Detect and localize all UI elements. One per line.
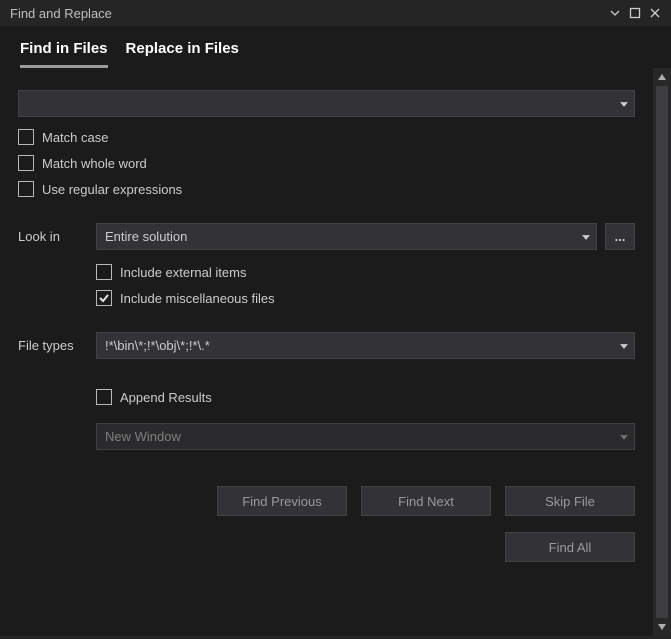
include-external-label: Include external items — [120, 265, 246, 280]
browse-button[interactable]: ... — [605, 223, 635, 250]
skip-file-button[interactable]: Skip File — [505, 486, 635, 516]
look-in-label: Look in — [18, 229, 96, 244]
use-regex-label: Use regular expressions — [42, 182, 182, 197]
maximize-icon[interactable] — [625, 3, 645, 23]
include-misc-checkbox[interactable] — [96, 290, 112, 306]
chevron-down-icon[interactable] — [620, 429, 628, 444]
results-window-combo[interactable]: New Window — [96, 423, 635, 450]
close-icon[interactable] — [645, 3, 665, 23]
scroll-thumb[interactable] — [656, 86, 668, 618]
tab-find-in-files[interactable]: Find in Files — [20, 40, 108, 68]
look-in-value: Entire solution — [105, 229, 187, 244]
scrollbar[interactable] — [653, 68, 671, 636]
look-in-combo[interactable]: Entire solution — [96, 223, 597, 250]
tab-replace-in-files[interactable]: Replace in Files — [126, 40, 239, 68]
file-types-input[interactable]: !*\bin\*;!*\obj\*;!*\.* — [96, 332, 635, 359]
include-external-checkbox[interactable] — [96, 264, 112, 280]
search-input[interactable] — [18, 90, 635, 117]
find-next-button[interactable]: Find Next — [361, 486, 491, 516]
results-window-value: New Window — [105, 429, 181, 444]
include-misc-label: Include miscellaneous files — [120, 291, 275, 306]
tabs: Find in Files Replace in Files — [0, 26, 671, 68]
file-types-value: !*\bin\*;!*\obj\*;!*\.* — [105, 338, 210, 353]
dropdown-icon[interactable] — [605, 3, 625, 23]
chevron-down-icon[interactable] — [620, 338, 628, 353]
append-results-label: Append Results — [120, 390, 212, 405]
append-results-checkbox[interactable] — [96, 389, 112, 405]
window-title: Find and Replace — [10, 6, 605, 21]
find-all-button[interactable]: Find All — [505, 532, 635, 562]
use-regex-checkbox[interactable] — [18, 181, 34, 197]
match-case-checkbox[interactable] — [18, 129, 34, 145]
titlebar: Find and Replace — [0, 0, 671, 26]
chevron-down-icon[interactable] — [582, 229, 590, 244]
chevron-down-icon[interactable] — [620, 96, 628, 111]
file-types-label: File types — [18, 338, 96, 353]
match-case-label: Match case — [42, 130, 108, 145]
scroll-down-icon[interactable] — [653, 618, 671, 636]
scroll-up-icon[interactable] — [653, 68, 671, 86]
match-whole-word-checkbox[interactable] — [18, 155, 34, 171]
match-whole-word-label: Match whole word — [42, 156, 147, 171]
find-previous-button[interactable]: Find Previous — [217, 486, 347, 516]
